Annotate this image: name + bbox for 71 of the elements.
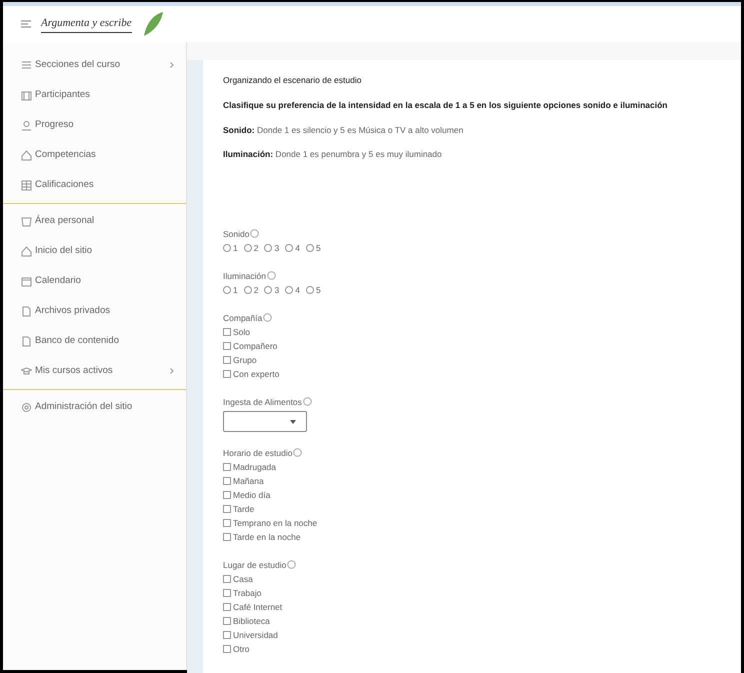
note-text: Iluminación: Donde 1 es penumbra y 5 es muy iluminado [223, 148, 443, 161]
people-icon [21, 90, 32, 100]
select-field[interactable] [223, 411, 307, 432]
checkbox-option[interactable]: Madrugada [223, 460, 715, 474]
question-label: Lugar de estudio [223, 560, 286, 570]
checkbox-option[interactable]: Grupo [223, 353, 715, 367]
checkbox-option[interactable]: Con experto [223, 367, 715, 381]
checkbox-option[interactable]: Biblioteca [223, 614, 715, 628]
help-icon[interactable] [287, 560, 296, 569]
sidebar-item[interactable]: Participantes [3, 80, 186, 110]
sidebar-item[interactable]: Área personal [3, 206, 186, 236]
question-label: Iluminación [223, 271, 266, 281]
radio-option[interactable]: 3 [264, 241, 280, 255]
checkbox-option[interactable]: Tarde en la noche [223, 530, 715, 544]
radio-option[interactable]: 2 [244, 241, 258, 255]
house-icon [21, 246, 32, 256]
checkbox-option[interactable]: Medio día [223, 488, 715, 502]
sidebar-item[interactable]: Mis cursos activos [3, 356, 186, 390]
checkbox-option[interactable]: Mañana [223, 474, 715, 488]
file-icon [21, 336, 32, 346]
checkbox-option[interactable]: Otro [223, 642, 715, 656]
checkbox-option[interactable]: Café Internet [223, 600, 715, 614]
help-icon[interactable] [250, 229, 260, 238]
sidebar-item[interactable]: Archivos privados [3, 296, 186, 326]
table-icon [21, 180, 32, 191]
caret-icon [290, 420, 296, 424]
radio-option[interactable]: 5 [306, 283, 321, 297]
sidebar-item[interactable]: Administración del sitio [3, 392, 186, 422]
heading-text: Organizando el escenario de estudio [223, 74, 362, 87]
radio-option[interactable]: 1 [223, 241, 238, 255]
sidebar-item[interactable]: Calendario [3, 266, 186, 296]
radio-option[interactable]: 3 [264, 283, 280, 297]
instruction-text: Clasifique su preferencia de la intensidad en la escala de 1 a 5 en los siguiente opciones sonido e iluminación [223, 98, 668, 112]
help-icon[interactable] [267, 271, 276, 280]
menu-icon[interactable] [21, 20, 31, 28]
question-label: Compañía [223, 313, 262, 323]
checkbox-option[interactable]: Casa [223, 572, 715, 586]
note-text: Sonido: Donde 1 es silencio y 5 es Música o TV a alto volumen [223, 124, 464, 136]
logo-text: Argumenta y escribe [41, 15, 132, 33]
sidebar-item[interactable]: Competencias [3, 140, 186, 170]
help-icon[interactable] [302, 397, 312, 406]
question-label: Ingesta de Alimentos [223, 397, 302, 407]
help-icon[interactable] [293, 448, 302, 457]
sidebar-item[interactable]: Progreso [3, 110, 186, 140]
settings-icon [21, 402, 32, 412]
radio-option[interactable]: 2 [244, 283, 258, 297]
question-label: Sonido [223, 229, 250, 239]
checkbox-option[interactable]: Universidad [223, 628, 715, 642]
file-icon [21, 306, 32, 316]
dashboard-icon [21, 216, 32, 226]
help-icon[interactable] [263, 313, 272, 322]
sidebar-item[interactable]: Inicio del sitio [3, 236, 186, 266]
radio-option[interactable]: 5 [306, 241, 321, 255]
checkbox-option[interactable]: Temprano en la noche [223, 516, 715, 530]
radio-option[interactable]: 1 [223, 283, 238, 297]
house-icon [21, 150, 32, 160]
sidebar-item[interactable]: Calificaciones [3, 170, 186, 204]
question-label: Horario de estudio [223, 448, 292, 458]
graduation-cap-icon [21, 366, 32, 377]
sidebar-item[interactable]: Secciones del curso [3, 50, 186, 80]
radio-option[interactable]: 4 [285, 241, 300, 255]
calendar-icon [21, 276, 32, 286]
radio-option[interactable]: 4 [285, 283, 300, 297]
user-icon [21, 120, 32, 130]
checkbox-option[interactable]: Compañero [223, 339, 715, 353]
leaf-icon [142, 11, 164, 37]
sidebar-item[interactable]: Banco de contenido [3, 326, 186, 356]
checkbox-option[interactable]: Solo [223, 325, 715, 339]
list-icon [21, 60, 32, 70]
checkbox-option[interactable]: Trabajo [223, 586, 715, 600]
checkbox-option[interactable]: Tarde [223, 502, 715, 516]
